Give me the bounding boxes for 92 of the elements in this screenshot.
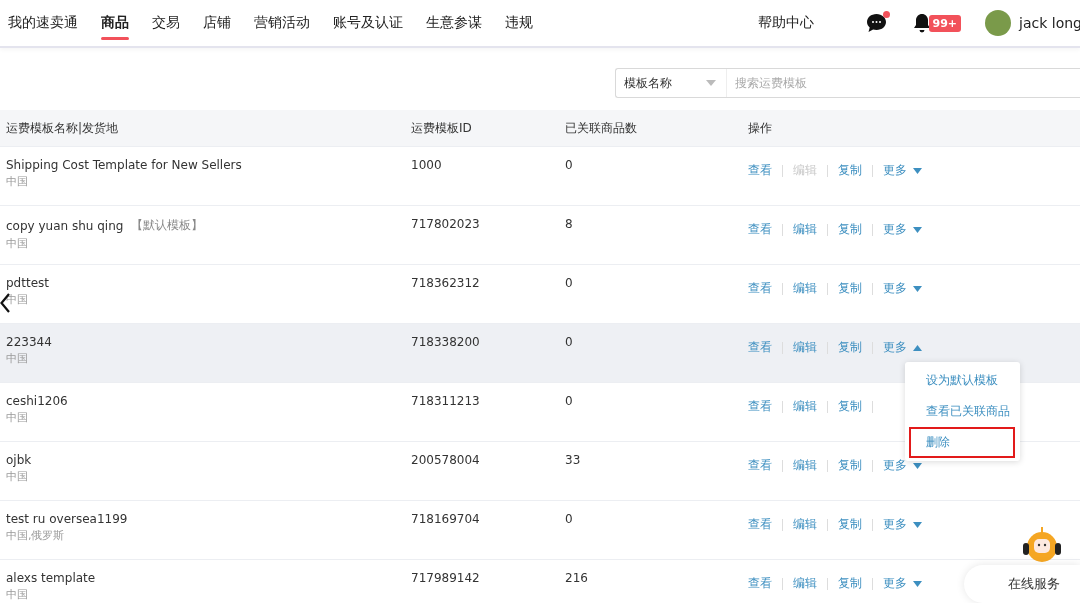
bell-icon[interactable] — [912, 13, 931, 33]
caret-icon — [913, 521, 922, 528]
action-link[interactable]: 复制 — [838, 280, 862, 297]
help-link[interactable]: 帮助中心 — [757, 14, 814, 32]
action-link[interactable]: 查看 — [748, 398, 772, 415]
action-link[interactable]: 编辑 — [793, 280, 817, 297]
origin-text: 中国 — [6, 237, 28, 250]
template-id: 200578004 — [411, 453, 480, 467]
action-link[interactable]: 复制 — [838, 221, 862, 238]
action-link[interactable]: 编辑 — [793, 339, 817, 356]
template-name: Shipping Cost Template for New Sellers — [6, 158, 242, 172]
more-dropdown[interactable]: 更多 — [883, 457, 922, 474]
caret-icon — [913, 344, 922, 351]
template-id: 1000 — [411, 158, 442, 172]
nav-tab[interactable]: 违规 — [505, 0, 533, 46]
nav-tab[interactable]: 交易 — [152, 0, 180, 46]
action-link[interactable]: 编辑 — [793, 457, 817, 474]
origin-text: 中国 — [6, 352, 28, 365]
caret-icon — [913, 580, 922, 587]
action-link[interactable]: 查看 — [748, 339, 772, 356]
template-name: pdttest — [6, 276, 49, 290]
more-dropdown[interactable]: 更多 — [883, 575, 922, 592]
product-count: 0 — [565, 512, 573, 526]
nav-tab[interactable]: 店铺 — [203, 0, 231, 46]
template-name: test ru oversea1199 — [6, 512, 128, 526]
template-name: copy yuan shu qing — [6, 218, 124, 233]
default-tag: 【默认模板】 — [131, 217, 204, 234]
caret-icon — [913, 226, 922, 233]
origin-text: 中国 — [6, 411, 28, 424]
template-id: 717989142 — [411, 571, 480, 585]
avatar[interactable] — [985, 10, 1012, 36]
action-link[interactable]: 复制 — [838, 457, 862, 474]
origin-text: 中国,俄罗斯 — [6, 529, 65, 542]
template-id: 718338200 — [411, 335, 480, 349]
more-dropdown[interactable]: 更多 — [883, 280, 922, 297]
notification-badge: 99+ — [928, 14, 962, 32]
column-header: 已关联商品数 — [565, 119, 637, 137]
product-count: 0 — [565, 394, 573, 408]
action-link[interactable]: 编辑 — [793, 398, 817, 415]
nav-tab[interactable]: 营销活动 — [254, 0, 310, 46]
action-link[interactable]: 复制 — [838, 162, 862, 179]
action-link[interactable]: 编辑 — [793, 516, 817, 533]
product-count: 0 — [565, 335, 573, 349]
nav-tab[interactable]: 生意参谋 — [426, 0, 482, 46]
action-link[interactable]: 查看 — [748, 575, 772, 592]
caret-icon — [913, 167, 922, 174]
product-count: 0 — [565, 276, 573, 290]
template-name: ceshi1206 — [6, 394, 68, 408]
search-field[interactable]: 模板名称 搜索运费模板 — [615, 68, 1080, 98]
user-name[interactable]: jack long — [1019, 15, 1080, 31]
product-count: 33 — [565, 453, 581, 467]
origin-text: 中国 — [6, 175, 28, 188]
more-dropdown[interactable]: 更多 — [883, 339, 922, 356]
template-id: 718362312 — [411, 276, 480, 290]
template-id: 718169704 — [411, 512, 480, 526]
action-link[interactable]: 编辑 — [793, 221, 817, 238]
action-link[interactable]: 复制 — [838, 516, 862, 533]
action-link[interactable]: 复制 — [838, 339, 862, 356]
menu-item[interactable]: 删除 — [909, 427, 1015, 458]
column-header: 操作 — [748, 119, 772, 137]
column-header: 运费模板ID — [411, 119, 472, 137]
more-dropdown[interactable]: 更多 — [883, 221, 922, 238]
product-count: 216 — [565, 571, 588, 585]
column-header: 运费模板名称|发货地 — [6, 119, 119, 137]
action-link[interactable]: 复制 — [838, 575, 862, 592]
menu-item[interactable]: 查看已关联商品 — [909, 396, 1015, 427]
caret-icon — [913, 285, 922, 292]
product-count: 0 — [565, 158, 573, 172]
product-count: 8 — [565, 217, 573, 231]
nav-tab[interactable]: 商品 — [101, 0, 129, 46]
menu-item[interactable]: 设为默认模板 — [909, 365, 1015, 396]
action-link[interactable]: 查看 — [748, 162, 772, 179]
action-link[interactable]: 查看 — [748, 280, 772, 297]
action-link[interactable]: 复制 — [838, 398, 862, 415]
action-link[interactable]: 编辑 — [793, 575, 817, 592]
chat-icon[interactable] — [865, 13, 887, 33]
nav-tab[interactable]: 我的速卖通 — [8, 0, 78, 46]
template-name: 223344 — [6, 335, 52, 349]
action-link[interactable]: 查看 — [748, 221, 772, 238]
action-link[interactable]: 查看 — [748, 516, 772, 533]
caret-icon — [706, 80, 716, 86]
origin-text: 中国 — [6, 470, 28, 483]
action-link[interactable]: 查看 — [748, 457, 772, 474]
template-name: ojbk — [6, 453, 32, 467]
nav-tab[interactable]: 账号及认证 — [333, 0, 403, 46]
online-service-button[interactable]: 在线服务 — [964, 565, 1080, 603]
more-dropdown[interactable]: 更多 — [883, 516, 922, 533]
template-name: alexs template — [6, 571, 96, 585]
origin-text: 中国 — [6, 588, 28, 601]
template-id: 718311213 — [411, 394, 480, 408]
template-id: 717802023 — [411, 217, 480, 231]
more-dropdown[interactable]: 更多 — [883, 162, 922, 179]
